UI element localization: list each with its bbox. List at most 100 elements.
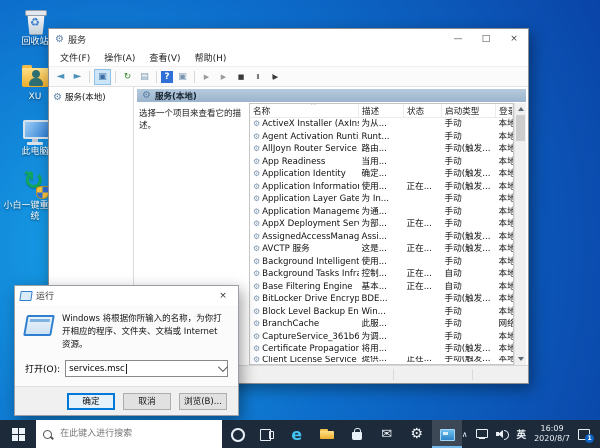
service-logon: 本地系统 [498,344,513,355]
notification-center-icon[interactable]: 1 [578,428,594,443]
start-service-icon[interactable]: ▶ [199,70,214,84]
menu-file[interactable]: 文件(F) [53,51,97,64]
service-row[interactable]: ⚙Certificate Propagation将用... 手动(触发... 本地系… [250,343,513,356]
start-button[interactable] [0,420,36,448]
close-icon[interactable]: × [208,286,238,305]
service-name: Client License Service (CS... [262,355,358,364]
service-startup: 手动(触发... [444,181,491,192]
taskbar-store-button[interactable] [342,420,372,448]
service-row[interactable]: ⚙CaptureService_361b6为调... 手动 本地系统 [250,331,513,344]
vertical-scrollbar[interactable] [514,103,526,365]
menu-action[interactable]: 操作(A) [97,51,142,64]
services-titlebar[interactable]: ⚙ 服务 — □ × [49,29,528,49]
service-status [404,231,442,244]
maximize-button[interactable]: □ [472,29,500,49]
taskbar-edge-button[interactable]: e [282,420,312,448]
service-row[interactable]: ⚙Application Layer Gatewa...为 In... 手动 本地服… [250,193,513,206]
service-name-cell: ⚙Background Intelligent T... [250,256,359,269]
taskbar-clock[interactable]: 16:09 2020/8/7 [534,424,570,444]
service-name: Block Level Backup Engi... [262,306,359,317]
cancel-button[interactable]: 取消 [123,392,171,410]
minimize-button[interactable]: — [444,29,472,49]
open-label: 打开(O): [25,365,61,376]
column-header-2[interactable]: 状态 [403,104,442,118]
ime-indicator[interactable]: 英 [517,427,527,441]
ok-button[interactable]: 确定 [67,392,115,410]
help-icon[interactable]: ? [161,70,173,83]
forward-icon[interactable]: ► [70,70,85,84]
menu-help[interactable]: 帮助(H) [188,51,234,64]
taskbar-file-explorer-button[interactable] [312,420,342,448]
network-icon[interactable] [475,429,488,439]
service-row[interactable]: ⚙Background Intelligent T...使用... 手动 本地系统 [250,256,513,269]
taskbar-services-button[interactable] [431,420,462,448]
pause-service-icon[interactable]: Ⅱ [250,70,265,84]
service-row[interactable]: ⚙BitLocker Drive Encryptio...BDE... 手动(触发… [250,293,513,306]
service-startup: 手动 [444,306,462,317]
tree-item-services-local[interactable]: ⚙ 服务(本地) [49,90,133,104]
service-desc: 使用... [361,256,387,267]
toolbar-separator [194,70,195,83]
service-startup: 手动 [444,131,462,142]
menu-view[interactable]: 查看(V) [142,51,187,64]
service-row[interactable]: ⚙Application Identity确定...手动(触发...本地服务 [250,168,513,181]
scroll-down-icon[interactable] [517,357,524,361]
run-titlebar[interactable]: 运行 × [15,286,238,305]
properties-window-icon[interactable]: ▣ [175,70,190,84]
service-row[interactable]: ⚙Agent Activation Runtime...Runt... 手动 本地系… [250,131,513,144]
service-row[interactable]: ⚙AssignedAccessManager...Assi... 手动(触发...… [250,231,513,244]
stop-service-icon[interactable]: ■ [233,70,248,84]
service-logon: 本地系统 [498,219,513,230]
resume-service-icon[interactable]: ▶ [216,70,231,84]
clock-time: 16:09 [540,424,564,433]
column-header-4[interactable]: 登录为 [495,104,513,118]
search-input[interactable] [58,428,215,440]
service-status [404,118,442,131]
service-row[interactable]: ⚙BranchCache此服...手动网络服务 [250,318,513,331]
text-caret [125,363,127,374]
column-header-0[interactable]: 名称 ^ [250,104,359,118]
refresh-icon[interactable]: ↻ [120,70,135,84]
service-status [404,143,442,156]
service-row[interactable]: ⚙Base Filtering Engine基本...正在...自动本地服务 [250,281,513,294]
gear-icon: ⚙ [142,90,151,101]
taskbar-cortana-button[interactable] [222,420,252,448]
back-icon[interactable]: ◄ [53,70,68,84]
taskbar-search[interactable] [36,420,222,448]
browse-button[interactable]: 浏览(B)... [179,392,227,410]
taskbar-task-view-button[interactable] [252,420,282,448]
service-row[interactable]: ⚙Background Tasks Infras...控制... 正在... 自动 本… [250,268,513,281]
service-row[interactable]: ⚙ActiveX Installer (AxInstSV)为从... 手动 本地系统 [250,118,513,131]
service-startup: 手动 [444,219,462,230]
reinstall-glyph: ↻ [23,166,44,196]
column-header-3[interactable]: 启动类型 [441,104,496,118]
task-view-icon [259,427,275,441]
show-console-tree-icon[interactable]: ▣ [94,68,111,85]
service-row[interactable]: ⚙Client License Service (CS...提供... 正在...… [250,356,513,364]
service-logon: 本地服务 [498,244,513,255]
service-logon: 本地系统 [498,206,513,217]
service-row[interactable]: ⚙Application Management为通... 手动 本地系统 [250,206,513,219]
service-row[interactable]: ⚙ Application Information 使用... 正在... 手动(触发.… [250,181,513,194]
close-button[interactable]: × [500,29,528,49]
service-logon: 本地系统 [498,119,513,130]
service-row[interactable]: ⚙App Readiness当用...手动本地系统 [250,156,513,169]
scroll-up-icon[interactable] [517,107,524,111]
export-list-icon[interactable]: ▤ [137,70,152,84]
scrollbar-thumb[interactable] [516,115,525,141]
tray-expand-icon[interactable]: ∧ [462,430,468,439]
service-row[interactable]: ⚙AppX Deployment Servic...为部... 正在... 手动 本地… [250,218,513,231]
run-dialog-title: 运行 [36,292,55,302]
service-row[interactable]: ⚙AVCTP 服务这是...正在...手动(触发...本地服务 [250,243,513,256]
column-header-1[interactable]: 描述 [358,104,404,118]
service-row[interactable]: ⚙Block Level Backup Engi...Win... 手动 本地系统 [250,306,513,319]
volume-icon[interactable] [495,429,509,440]
service-name: Agent Activation Runtime... [262,131,359,142]
taskbar-mail-button[interactable]: ✉ [372,420,402,448]
taskbar-settings-button[interactable]: ⚙ [402,420,432,448]
restart-service-icon[interactable]: I▶ [267,70,282,84]
open-combobox[interactable]: services.msc [65,360,228,378]
service-status [404,156,442,169]
service-row[interactable]: ⚙AllJoyn Router Service路由...手动(触发...本地服务 [250,143,513,156]
dropdown-arrow-icon[interactable] [217,362,228,373]
